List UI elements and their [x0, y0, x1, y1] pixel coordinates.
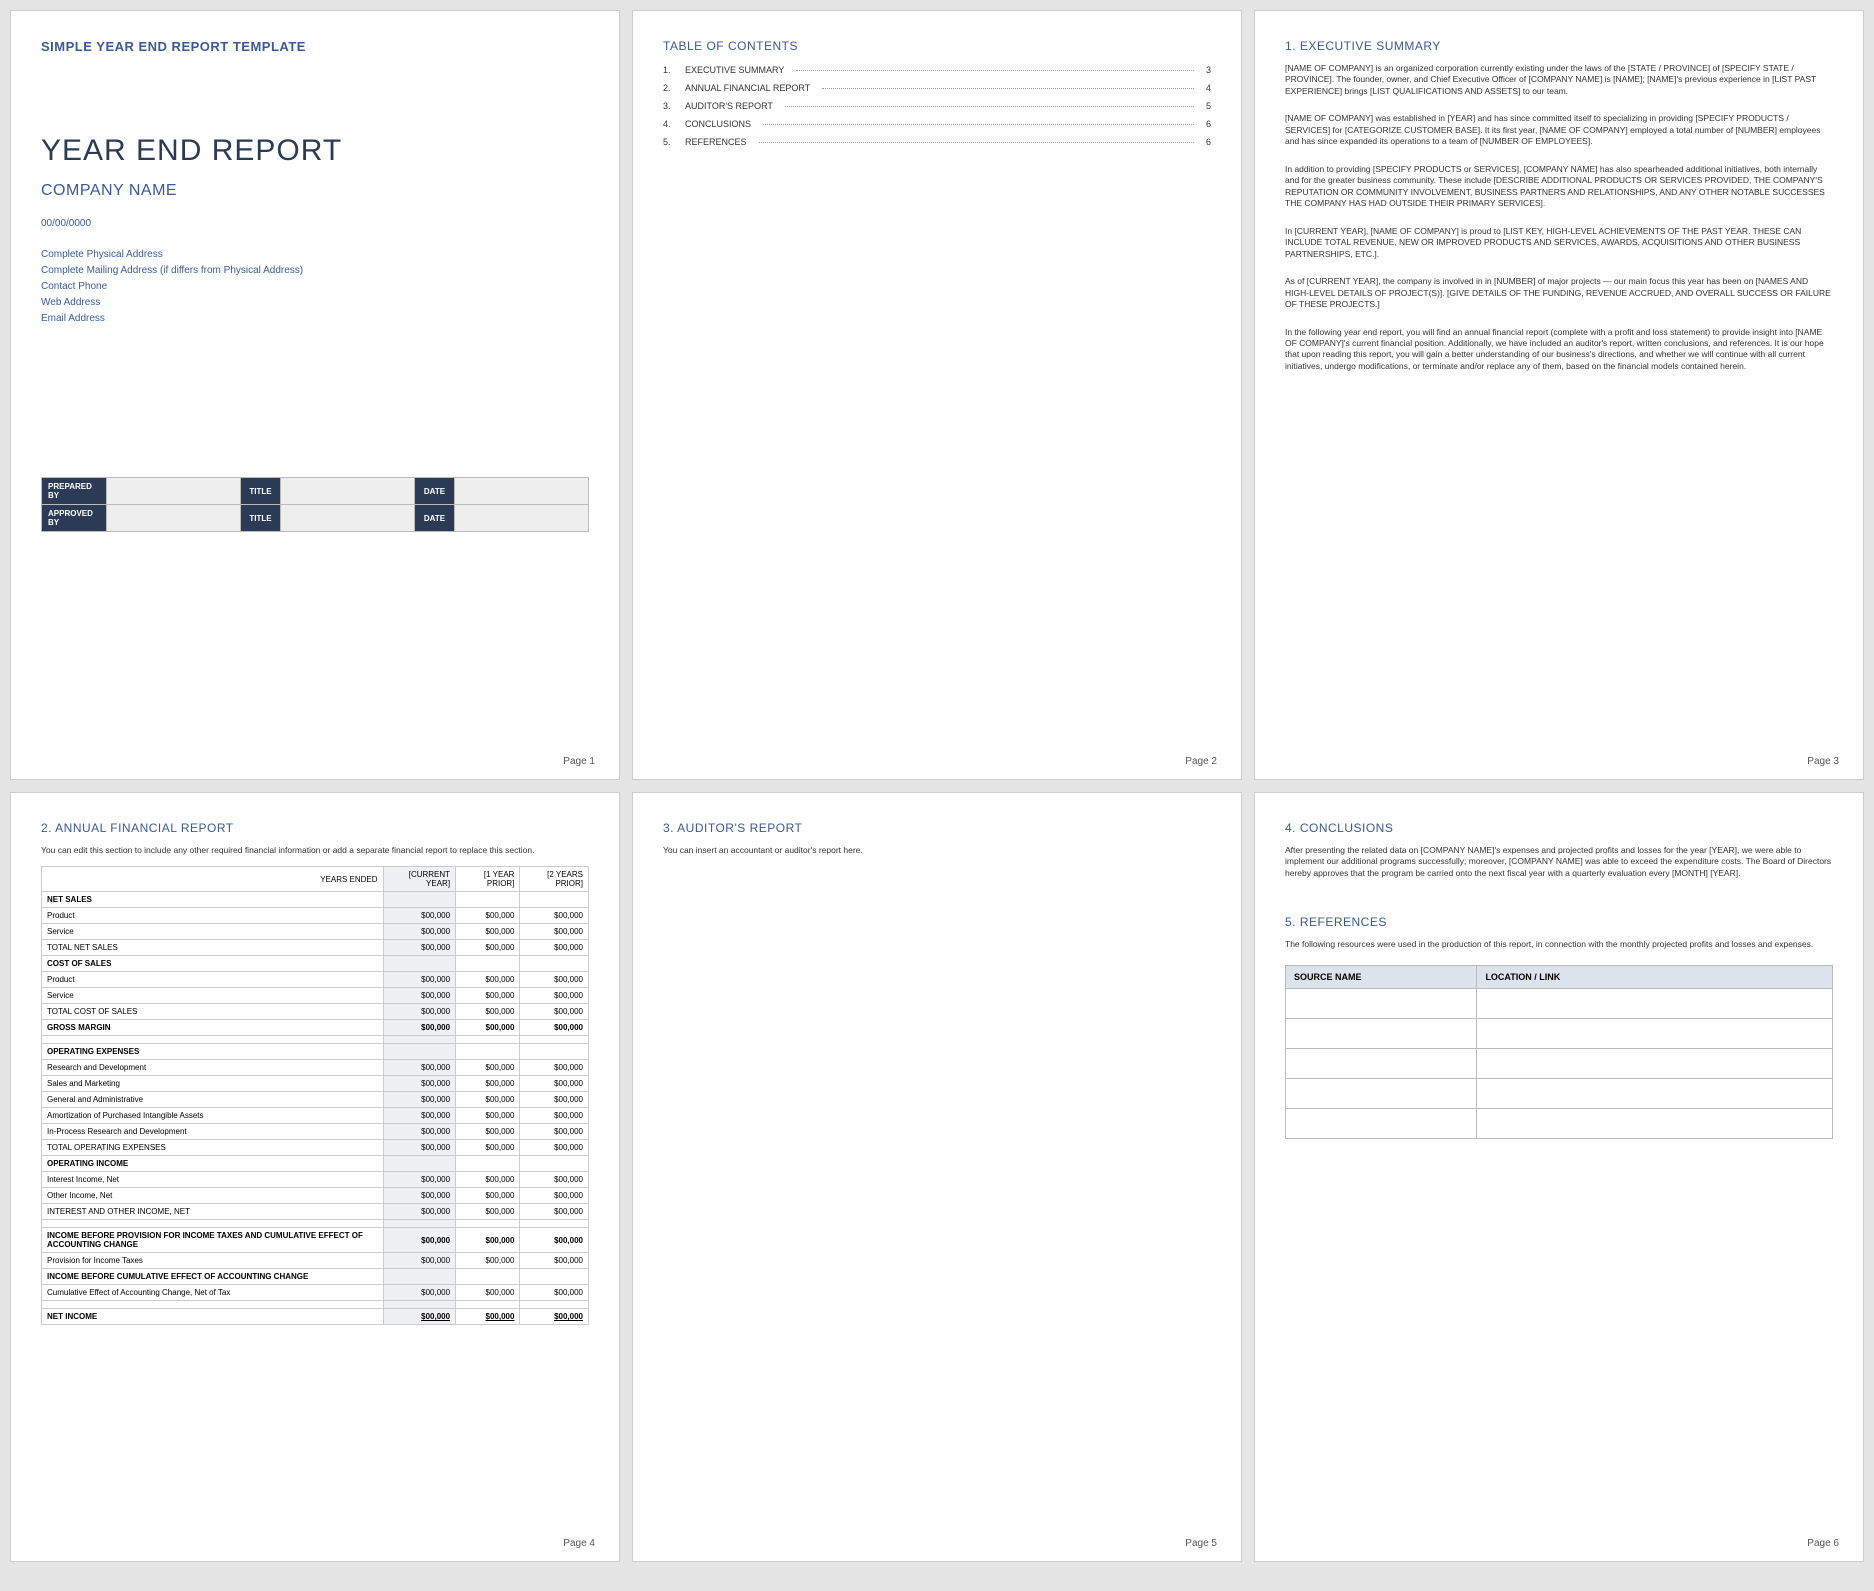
- auditor-note: You can insert an accountant or auditor'…: [663, 845, 1211, 856]
- title-label-1: TITLE: [241, 478, 281, 505]
- address-block: Complete Physical Address Complete Maili…: [41, 247, 589, 327]
- page-number: Page 3: [1807, 756, 1839, 767]
- prepared-date-value[interactable]: [455, 478, 589, 505]
- col-1yr-prior: [1 YEAR PRIOR]: [456, 867, 520, 892]
- email-address: Email Address: [41, 311, 589, 327]
- address-physical: Complete Physical Address: [41, 247, 589, 263]
- ref-col-location: LOCATION / LINK: [1477, 965, 1833, 988]
- page-3: 1. EXECUTIVE SUMMARY [NAME OF COMPANY] i…: [1254, 10, 1864, 780]
- page-1: SIMPLE YEAR END REPORT TEMPLATE YEAR END…: [10, 10, 620, 780]
- col-current-year: [CURRENT YEAR]: [383, 867, 456, 892]
- exec-para-6: In the following year end report, you wi…: [1285, 327, 1833, 373]
- exec-para-2: [NAME OF COMPANY] was established in [YE…: [1285, 113, 1833, 147]
- conclusions-heading: 4. CONCLUSIONS: [1285, 821, 1833, 835]
- col-2yr-prior: [2 YEARS PRIOR]: [520, 867, 589, 892]
- page-4: 2. ANNUAL FINANCIAL REPORT You can edit …: [10, 792, 620, 1562]
- address-mailing: Complete Mailing Address (if differs fro…: [41, 263, 589, 279]
- contact-phone: Contact Phone: [41, 279, 589, 295]
- toc-item: EXECUTIVE SUMMARY3: [663, 65, 1211, 75]
- signature-table: PREPARED BY TITLE DATE APPROVED BY TITLE…: [41, 477, 589, 532]
- exec-summary-heading: 1. EXECUTIVE SUMMARY: [1285, 39, 1833, 53]
- toc-list: EXECUTIVE SUMMARY3 ANNUAL FINANCIAL REPO…: [663, 65, 1211, 155]
- page-number: Page 6: [1807, 1538, 1839, 1549]
- toc-item: ANNUAL FINANCIAL REPORT4: [663, 83, 1211, 93]
- approved-title-value[interactable]: [281, 505, 415, 532]
- exec-para-3: In addition to providing [SPECIFY PRODUC…: [1285, 164, 1833, 210]
- financial-note: You can edit this section to include any…: [41, 845, 589, 856]
- auditor-heading: 3. AUDITOR'S REPORT: [663, 821, 1211, 835]
- web-address: Web Address: [41, 295, 589, 311]
- page-number: Page 4: [563, 1538, 595, 1549]
- financial-heading: 2. ANNUAL FINANCIAL REPORT: [41, 821, 589, 835]
- company-name: COMPANY NAME: [41, 182, 589, 200]
- template-title: SIMPLE YEAR END REPORT TEMPLATE: [41, 39, 589, 54]
- date-label-1: DATE: [415, 478, 455, 505]
- ref-row[interactable]: [1286, 1108, 1833, 1138]
- report-date: 00/00/0000: [41, 218, 589, 229]
- ref-row[interactable]: [1286, 1048, 1833, 1078]
- approved-date-value[interactable]: [455, 505, 589, 532]
- approved-by-value[interactable]: [107, 505, 241, 532]
- financial-table: YEARS ENDED [CURRENT YEAR] [1 YEAR PRIOR…: [41, 866, 589, 1325]
- references-text: The following resources were used in the…: [1285, 939, 1833, 950]
- toc-heading: TABLE OF CONTENTS: [663, 39, 1211, 53]
- toc-item: CONCLUSIONS6: [663, 119, 1211, 129]
- ref-col-source: SOURCE NAME: [1286, 965, 1477, 988]
- references-table: SOURCE NAME LOCATION / LINK: [1285, 965, 1833, 1139]
- ref-row[interactable]: [1286, 1078, 1833, 1108]
- exec-para-1: [NAME OF COMPANY] is an organized corpor…: [1285, 63, 1833, 97]
- page-5: 3. AUDITOR'S REPORT You can insert an ac…: [632, 792, 1242, 1562]
- page-6: 4. CONCLUSIONS After presenting the rela…: [1254, 792, 1864, 1562]
- ref-row[interactable]: [1286, 988, 1833, 1018]
- exec-para-5: As of [CURRENT YEAR], the company is inv…: [1285, 276, 1833, 310]
- page-number: Page 5: [1185, 1538, 1217, 1549]
- page-2: TABLE OF CONTENTS EXECUTIVE SUMMARY3 ANN…: [632, 10, 1242, 780]
- title-label-2: TITLE: [241, 505, 281, 532]
- prepared-by-value[interactable]: [107, 478, 241, 505]
- prepared-by-label: PREPARED BY: [42, 478, 107, 505]
- date-label-2: DATE: [415, 505, 455, 532]
- references-heading: 5. REFERENCES: [1285, 915, 1833, 929]
- toc-item: REFERENCES6: [663, 137, 1211, 147]
- exec-para-4: In [CURRENT YEAR], [NAME OF COMPANY] is …: [1285, 226, 1833, 260]
- page-number: Page 1: [563, 756, 595, 767]
- report-title: YEAR END REPORT: [41, 134, 589, 168]
- page-number: Page 2: [1185, 756, 1217, 767]
- prepared-title-value[interactable]: [281, 478, 415, 505]
- approved-by-label: APPROVED BY: [42, 505, 107, 532]
- col-years-ended: YEARS ENDED: [42, 867, 384, 892]
- conclusions-text: After presenting the related data on [CO…: [1285, 845, 1833, 879]
- toc-item: AUDITOR'S REPORT5: [663, 101, 1211, 111]
- ref-row[interactable]: [1286, 1018, 1833, 1048]
